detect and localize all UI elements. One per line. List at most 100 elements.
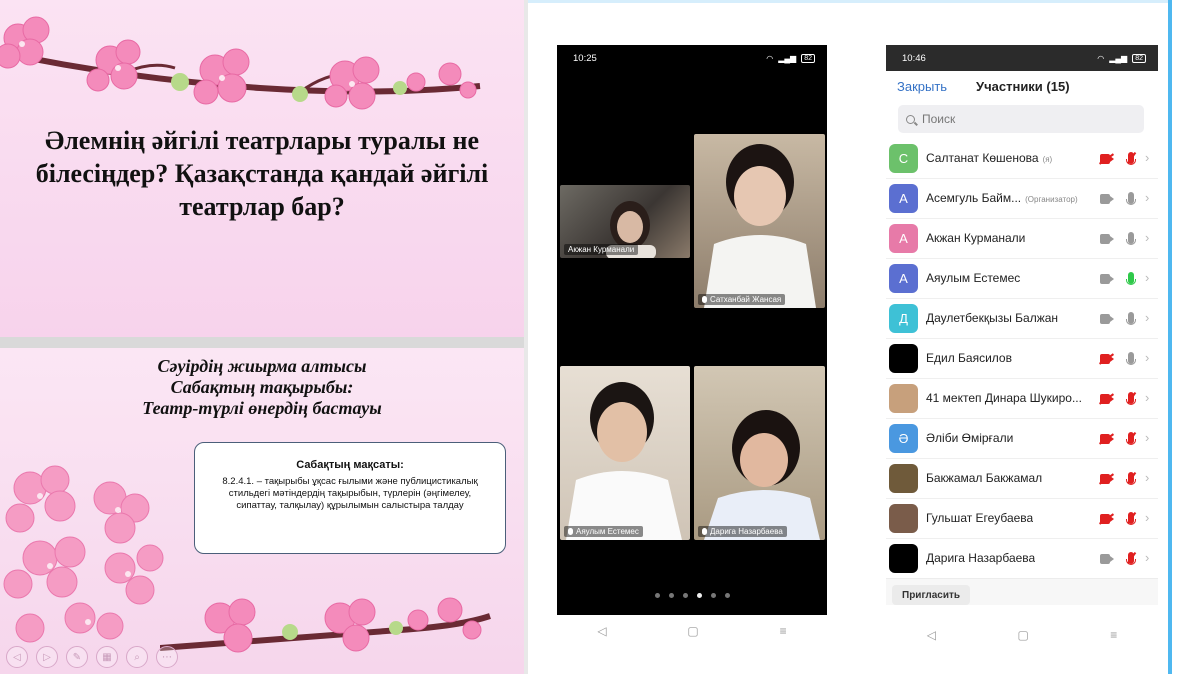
participant-name: 41 мектеп Динара Шукиро... xyxy=(926,391,1082,405)
mic-muted-icon xyxy=(1126,432,1136,445)
mic-icon xyxy=(1126,232,1136,245)
search-icon xyxy=(906,114,915,124)
phone-video-screen: 10:25 ◠ ▂▄▆ 82 Акжан Курманали Сатханбай… xyxy=(557,45,827,615)
chevron-right-icon: › xyxy=(1145,390,1150,405)
mic-muted-icon xyxy=(1126,152,1136,165)
lesson-goal-title: Сабақтың мақсаты: xyxy=(296,459,404,471)
participant-row[interactable]: А Асемгуль Байм... (Организатор) › xyxy=(886,179,1158,219)
participant-name-text: 41 мектеп Динара Шукиро... xyxy=(926,391,1082,405)
panel-separator xyxy=(524,0,528,674)
participant-row[interactable]: Ә Әліби Өмірғали › xyxy=(886,419,1158,459)
page-dot[interactable] xyxy=(668,593,674,598)
participant-row[interactable]: А Акжан Курманали › xyxy=(886,219,1158,259)
signal-icon: ▂▄▆ xyxy=(778,53,797,63)
participant-name: Салтанат Көшенова (я) xyxy=(926,151,1052,165)
avatar: С xyxy=(889,144,918,173)
cherry-blossom-branch-bottom xyxy=(160,597,491,653)
lesson-topic: Театр-түрлі өнердің бастауы xyxy=(142,398,382,418)
video-tile[interactable]: Аяулым Естемес xyxy=(560,366,690,540)
recents-icon[interactable]: ≡ xyxy=(1110,628,1117,642)
participant-name: Дарига Назарбаева xyxy=(926,551,1035,565)
next-slide-icon[interactable]: ▷ xyxy=(36,646,58,668)
camera-off-icon xyxy=(1100,394,1114,404)
lesson-goal-text: 8.2.4.1. – тақырыбы ұқсас ғылыми және пу… xyxy=(222,476,478,511)
back-icon[interactable]: ◁ xyxy=(597,624,606,638)
avatar: А xyxy=(889,224,918,253)
avatar xyxy=(889,544,918,573)
participant-name: Гульшат Егеубаева xyxy=(926,511,1033,525)
more-options-icon[interactable]: ⋯ xyxy=(156,646,178,668)
participant-role-tag: (я) xyxy=(1042,155,1053,164)
home-icon[interactable]: ▢ xyxy=(687,624,698,638)
avatar: А xyxy=(889,184,918,213)
camera-icon xyxy=(1100,554,1114,564)
mic-muted-icon xyxy=(1126,552,1136,565)
slides-grid-icon[interactable]: ▦ xyxy=(96,646,118,668)
participant-row[interactable]: А Аяулым Естемес › xyxy=(886,259,1158,299)
participants-list: С Салтанат Көшенова (я) › А Асемгуль Байм... (… xyxy=(886,139,1158,579)
lesson-heading: Сәуірдің жиырма алтысы Сабақтың тақырыбы… xyxy=(40,356,484,419)
slide-divider xyxy=(0,337,524,348)
chevron-right-icon: › xyxy=(1145,550,1150,565)
slide-top: Әлемнің әйгілі театрлары туралы не білес… xyxy=(0,0,524,337)
battery-icon: 82 xyxy=(801,53,815,63)
participant-name: Едил Баясилов xyxy=(926,351,1012,365)
cherry-blossom-branch-top xyxy=(0,16,481,110)
participant-name: Аяулым Естемес xyxy=(926,271,1020,285)
search-input[interactable]: Поиск xyxy=(898,105,1144,133)
participant-video xyxy=(704,144,816,308)
slide-bottom: Сәуірдің жиырма алтысы Сабақтың тақырыбы… xyxy=(0,348,524,674)
page-dot[interactable] xyxy=(682,593,688,598)
camera-icon xyxy=(1100,234,1114,244)
invite-button[interactable]: Пригласить xyxy=(892,585,971,605)
home-icon[interactable]: ▢ xyxy=(1017,628,1028,642)
status-icons: ◠ ▂▄▆ 82 xyxy=(1097,53,1146,63)
recents-icon[interactable]: ≡ xyxy=(780,624,787,638)
page-dot[interactable] xyxy=(724,593,730,598)
screenshot-root: Әлемнің әйгілі театрлары туралы не білес… xyxy=(0,0,1200,674)
mic-muted-icon xyxy=(1126,472,1136,485)
participant-row[interactable]: Бакжамал Бакжамал › xyxy=(886,459,1158,499)
avatar: А xyxy=(889,264,918,293)
participant-row[interactable]: Дарига Назарбаева › xyxy=(886,539,1158,579)
page-indicator xyxy=(557,593,827,598)
participant-video xyxy=(566,382,682,540)
mic-icon xyxy=(1126,312,1136,325)
participant-row[interactable]: Гульшат Егеубаева › xyxy=(886,499,1158,539)
chevron-right-icon: › xyxy=(1145,270,1150,285)
zoom-icon[interactable]: ⌕ xyxy=(126,646,148,668)
lesson-topic-label: Сабақтың тақырыбы: xyxy=(170,377,354,397)
status-bar: 10:25 ◠ ▂▄▆ 82 xyxy=(557,45,827,71)
video-tile[interactable]: Акжан Курманали xyxy=(560,185,690,258)
participant-name-text: Асемгуль Байм... xyxy=(926,191,1022,205)
signal-icon: ▂▄▆ xyxy=(1109,53,1128,63)
chevron-right-icon: › xyxy=(1145,510,1150,525)
camera-off-icon xyxy=(1100,354,1114,364)
tile-name-label: Аяулым Естемес xyxy=(564,526,643,537)
prev-slide-icon[interactable]: ◁ xyxy=(6,646,28,668)
avatar: Ә xyxy=(889,424,918,453)
status-icons: ◠ ▂▄▆ 82 xyxy=(766,53,815,63)
frame-right-border xyxy=(1168,0,1172,674)
android-nav-bar-left: ◁ ▢ ≡ xyxy=(557,618,827,644)
status-time: 10:46 xyxy=(902,52,926,64)
page-dot[interactable] xyxy=(696,593,702,598)
avatar xyxy=(889,504,918,533)
participant-row[interactable]: Д Даулетбекқызы Балжан › xyxy=(886,299,1158,339)
participant-name-text: Акжан Курманали xyxy=(926,231,1026,245)
close-button[interactable]: Закрыть xyxy=(897,79,947,94)
participant-name-text: Гульшат Егеубаева xyxy=(926,511,1034,525)
participant-row[interactable]: 41 мектеп Динара Шукиро... › xyxy=(886,379,1158,419)
back-icon[interactable]: ◁ xyxy=(927,628,936,642)
video-tile[interactable]: Сатханбай Жансая xyxy=(694,134,825,308)
mic-muted-icon xyxy=(1126,512,1136,525)
page-dot[interactable] xyxy=(654,593,660,598)
participant-row[interactable]: Едил Баясилов › xyxy=(886,339,1158,379)
participant-row[interactable]: С Салтанат Көшенова (я) › xyxy=(886,139,1158,179)
page-dot[interactable] xyxy=(710,593,716,598)
tile-name-label: Дарига Назарбаева xyxy=(698,526,787,537)
pen-icon[interactable]: ✎ xyxy=(66,646,88,668)
participant-name-text: Едил Баясилов xyxy=(926,351,1012,365)
video-tile[interactable]: Дарига Назарбаева xyxy=(694,366,825,540)
camera-icon xyxy=(1100,194,1114,204)
